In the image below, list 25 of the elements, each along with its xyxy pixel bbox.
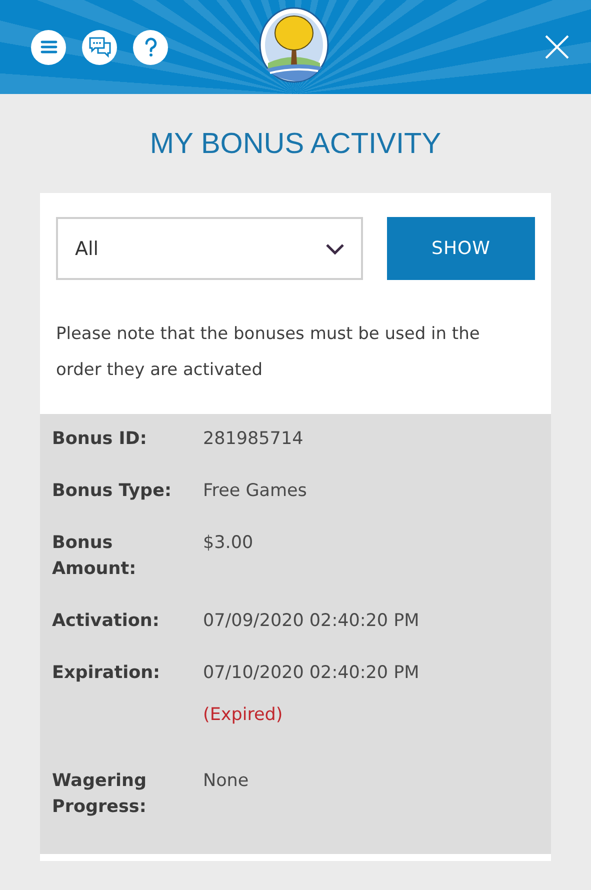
detail-label: Bonus ID: bbox=[52, 428, 148, 451]
show-button[interactable]: SHOW bbox=[387, 217, 535, 280]
detail-value: 281985714 bbox=[203, 428, 304, 451]
close-button[interactable] bbox=[545, 35, 569, 59]
detail-value: 07/09/2020 02:40:20 PM bbox=[203, 610, 420, 633]
page-title: MY BONUS ACTIVITY bbox=[148, 128, 442, 162]
filter-select[interactable]: All bbox=[56, 217, 363, 280]
help-button[interactable] bbox=[133, 30, 168, 64]
status-text: (Expired) bbox=[203, 704, 284, 727]
chat-button[interactable] bbox=[82, 30, 117, 64]
detail-label: Wagering Progress: bbox=[52, 770, 148, 819]
detail-label: Expiration: bbox=[52, 662, 162, 685]
detail-label: Bonus Type: bbox=[52, 480, 172, 503]
detail-value: Free Games bbox=[203, 480, 307, 503]
select-value: All bbox=[75, 238, 99, 260]
detail-value: 07/10/2020 02:40:20 PM bbox=[203, 662, 420, 685]
note-text: Please note that the bonuses must be used in the order they are activated bbox=[55, 323, 481, 382]
detail-value: None bbox=[203, 770, 249, 793]
detail-label: Activation: bbox=[52, 610, 160, 633]
chevron-down-icon bbox=[325, 242, 345, 254]
chat-icon bbox=[88, 35, 112, 59]
detail-value: $3.00 bbox=[203, 532, 254, 555]
close-icon bbox=[545, 35, 569, 59]
detail-label: Bonus Amount: bbox=[52, 532, 138, 581]
menu-button[interactable] bbox=[31, 30, 66, 64]
